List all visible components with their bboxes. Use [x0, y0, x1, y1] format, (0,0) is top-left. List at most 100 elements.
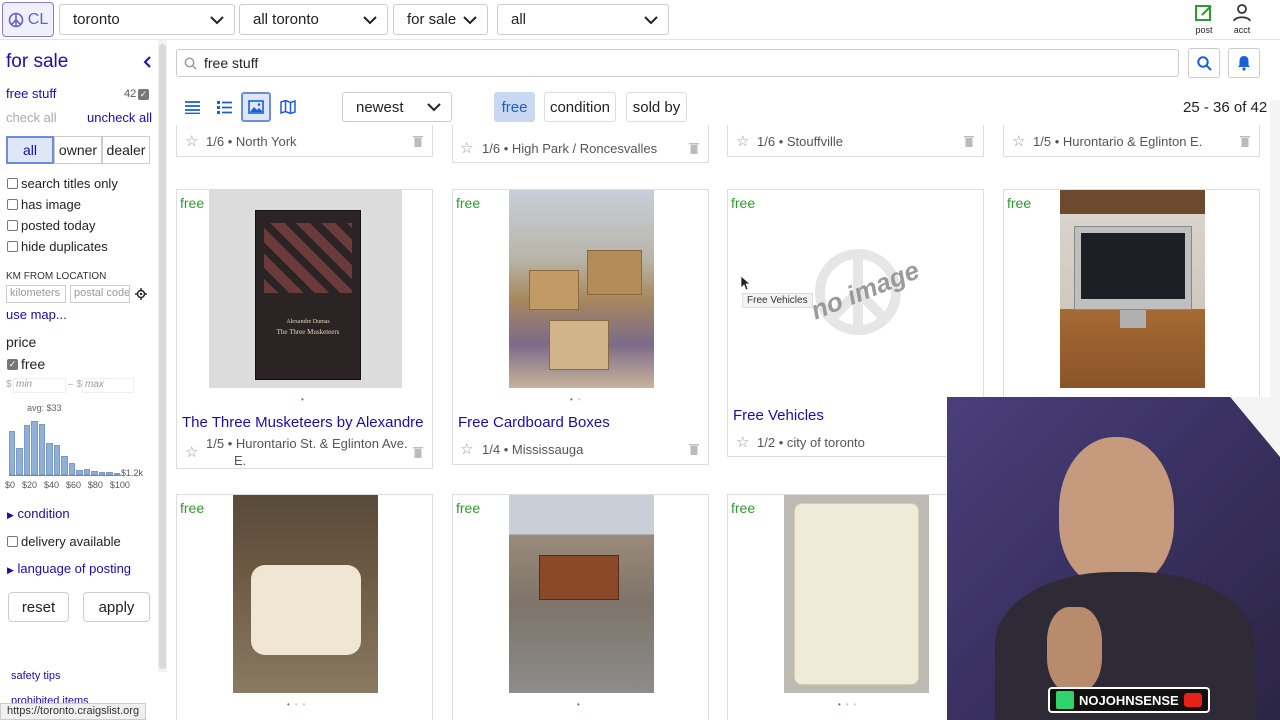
postal-code-input[interactable]: postal code	[70, 285, 130, 303]
listing-photo[interactable]	[1060, 190, 1205, 388]
gallery-view-button[interactable]	[241, 92, 271, 122]
craigslist-logo[interactable]: CL	[2, 2, 54, 37]
trash-icon[interactable]	[1240, 135, 1250, 147]
area-value: all toronto	[253, 11, 319, 28]
trash-icon[interactable]	[964, 135, 974, 147]
seller-dealer-button[interactable]: dealer	[102, 136, 150, 164]
list-view-button[interactable]	[177, 92, 207, 122]
search-titles-filter[interactable]: search titles only	[7, 176, 118, 191]
condition-filter-chip[interactable]: condition	[544, 92, 616, 122]
posted-today-filter[interactable]: posted today	[7, 218, 95, 233]
check-all-link[interactable]: check all	[6, 110, 57, 125]
account-button[interactable]: acct	[1225, 3, 1259, 35]
map-view-button[interactable]	[273, 92, 303, 122]
search-input[interactable]: free stuff	[176, 49, 1179, 77]
max-price-input[interactable]: max	[82, 378, 134, 393]
category-dropdown[interactable]: for sale	[393, 4, 488, 35]
trash-icon[interactable]	[413, 135, 423, 147]
star-icon[interactable]: ☆	[736, 132, 749, 150]
has-image-filter[interactable]: has image	[7, 197, 81, 212]
checkbox[interactable]	[7, 178, 18, 189]
reset-button[interactable]: reset	[8, 592, 69, 622]
listing-card[interactable]: free •••	[727, 494, 984, 720]
box-shape	[529, 270, 579, 310]
listing-title[interactable]: The Three Musketeers by Alexandre ...	[182, 414, 427, 431]
locate-icon[interactable]	[135, 288, 147, 300]
bell-icon	[1238, 56, 1250, 71]
loveseat-shape	[251, 565, 361, 655]
listing-card[interactable]: ☆ 1/6 • Stouffville	[727, 125, 984, 157]
seller-all-button[interactable]: all	[6, 136, 54, 164]
language-label: language of posting	[17, 561, 132, 576]
seller-owner-button[interactable]: owner	[54, 136, 102, 164]
condition-expander[interactable]: ▶ condition	[7, 506, 70, 521]
delivery-filter[interactable]: delivery available	[7, 534, 121, 549]
star-icon[interactable]: ☆	[460, 440, 473, 458]
checkbox[interactable]	[7, 220, 18, 231]
apply-button[interactable]: apply	[83, 592, 150, 622]
listing-card[interactable]: free Alexandre Dumas The Three Musketeer…	[176, 189, 433, 469]
star-icon[interactable]: ☆	[185, 443, 198, 461]
post-button[interactable]: post	[1187, 3, 1221, 35]
listing-card[interactable]: free •• Free Cardboard Boxes ☆ 1/4 • Mis…	[452, 189, 709, 465]
listing-card[interactable]: ☆ 1/5 • Hurontario & Eglinton E.	[1003, 125, 1260, 157]
price-label: price	[6, 334, 37, 350]
uncheck-all-link[interactable]: uncheck all	[87, 110, 152, 125]
listing-photo[interactable]	[509, 190, 654, 388]
listing-photo[interactable]	[509, 495, 654, 693]
photo-pager-dots[interactable]: •••	[287, 700, 310, 709]
area-dropdown[interactable]: all toronto	[239, 4, 388, 35]
collapse-sidebar-icon[interactable]	[143, 56, 152, 68]
listing-photo[interactable]	[233, 495, 378, 693]
average-price: avg: $33	[27, 403, 62, 413]
star-icon[interactable]: ☆	[185, 132, 198, 150]
trash-icon[interactable]	[689, 443, 699, 455]
sort-dropdown[interactable]: newest	[342, 92, 452, 122]
listing-card[interactable]: free •••	[176, 494, 433, 720]
photo-pager-dots[interactable]: ••	[570, 395, 586, 404]
free-filter-chip[interactable]: free	[494, 92, 535, 122]
free-filter[interactable]: ✓ free	[7, 356, 45, 372]
listing-card[interactable]: free no image Free Vehicles Free Vehicle…	[727, 189, 984, 457]
axis-label: $80	[87, 480, 103, 490]
sidebar-scrollbar-thumb[interactable]	[159, 44, 166, 669]
listing-title[interactable]: Free Cardboard Boxes	[458, 414, 703, 431]
listing-photo[interactable]	[784, 495, 929, 693]
star-icon[interactable]: ☆	[1012, 132, 1025, 150]
use-map-link[interactable]: use map...	[6, 307, 67, 322]
histogram-bar	[83, 468, 91, 475]
listing-photo[interactable]: Alexandre Dumas The Three Musketeers	[209, 190, 402, 388]
checkbox-checked[interactable]: ✓	[7, 358, 18, 370]
listing-title[interactable]: Free Vehicles	[733, 407, 978, 424]
listing-card[interactable]: free	[1003, 189, 1260, 399]
star-icon[interactable]: ☆	[736, 433, 749, 451]
saved-search-checkbox[interactable]: ✓	[138, 89, 149, 100]
kilometers-input[interactable]: kilometers	[6, 285, 66, 303]
search-icon	[184, 57, 197, 70]
listing-card[interactable]: ☆ 1/6 • North York	[176, 125, 433, 157]
listing-card[interactable]: free •	[452, 494, 709, 720]
location-dropdown[interactable]: toronto	[59, 4, 235, 35]
save-search-alert-button[interactable]	[1228, 48, 1260, 78]
furniture-shape	[539, 555, 619, 600]
saved-search-link[interactable]: free stuff	[6, 86, 56, 101]
photo-pager-dots[interactable]: •	[577, 700, 585, 709]
photo-pager-dots[interactable]: •	[301, 395, 309, 404]
checkbox[interactable]	[7, 199, 18, 210]
trash-icon[interactable]	[413, 446, 423, 458]
listing-card[interactable]: ☆ 1/6 • High Park / Roncesvalles	[452, 125, 709, 163]
photo-pager-dots[interactable]: •••	[838, 700, 861, 709]
trash-icon[interactable]	[689, 142, 699, 154]
checkbox[interactable]	[7, 536, 18, 547]
hide-duplicates-filter[interactable]: hide duplicates	[7, 239, 108, 254]
sold-by-filter-chip[interactable]: sold by	[626, 92, 687, 122]
safety-tips-link[interactable]: safety tips	[11, 670, 61, 682]
results-range: 25 - 36 of 42	[1183, 99, 1268, 116]
star-icon[interactable]: ☆	[460, 139, 473, 157]
checkbox[interactable]	[7, 241, 18, 252]
language-expander[interactable]: ▶ language of posting	[7, 561, 131, 576]
search-button[interactable]	[1188, 48, 1220, 78]
subcategory-dropdown[interactable]: all	[497, 4, 669, 35]
thumb-view-button[interactable]	[209, 92, 239, 122]
min-price-input[interactable]: min	[13, 378, 66, 393]
